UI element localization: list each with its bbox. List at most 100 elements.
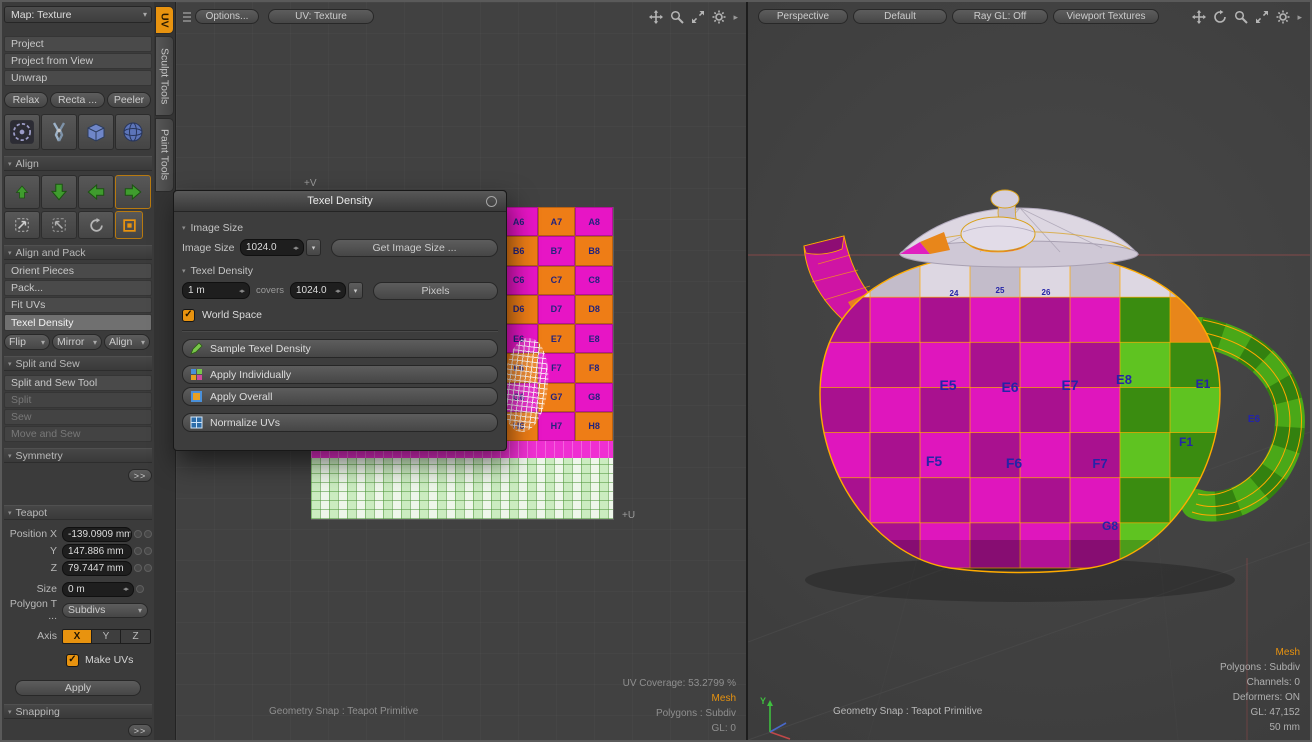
teapot-uv-label: F5	[926, 453, 943, 469]
relax-button[interactable]: Relax	[4, 92, 48, 108]
position-y-label: Y	[4, 545, 62, 557]
normalize-uvs-button[interactable]: Normalize UVs	[182, 413, 498, 432]
project-button[interactable]: Project	[4, 36, 152, 52]
texel-density-button[interactable]: Texel Density	[4, 314, 152, 331]
teapot-section-header[interactable]: ▾ Teapot	[4, 505, 152, 520]
split-button[interactable]: Split	[4, 392, 152, 408]
sew-button[interactable]: Sew	[4, 409, 152, 425]
options-button[interactable]: Options...	[195, 9, 259, 24]
position-x-field[interactable]: -139.0909 mm	[62, 527, 132, 542]
polygon-type-dropdown[interactable]: Subdivs▾	[62, 603, 148, 618]
3d-channels-status: Channels: 0	[1247, 675, 1300, 690]
orient-pieces-button[interactable]: Orient Pieces	[4, 263, 152, 279]
channel-dot-icon[interactable]	[144, 564, 152, 572]
align-left-button[interactable]	[78, 175, 114, 209]
3d-viewport[interactable]: Perspective Default Ray GL: Off Viewport…	[748, 2, 1310, 740]
sample-texel-density-button[interactable]: Sample Texel Density	[182, 339, 498, 358]
axis-z-button[interactable]: Z	[121, 630, 150, 643]
rotate-island-button[interactable]	[78, 211, 114, 239]
axis-y-button[interactable]: Y	[92, 630, 121, 643]
maximize-icon[interactable]	[691, 10, 705, 24]
uv-checker-cell: F8	[575, 353, 613, 382]
uv-projection-tool-button[interactable]	[4, 114, 40, 150]
pin-icon[interactable]	[486, 196, 497, 207]
flip-dropdown[interactable]: Flip▾	[4, 334, 50, 350]
mirror-dropdown[interactable]: Mirror▾	[52, 334, 102, 350]
axis-x-button[interactable]: X	[63, 630, 92, 643]
pixels-count-dropdown[interactable]: ▾	[348, 282, 363, 299]
channel-dot-icon[interactable]	[134, 564, 142, 572]
uv-texture-mode-button[interactable]: UV: Texture	[268, 9, 374, 24]
align-section-header[interactable]: ▾ Align	[4, 156, 152, 171]
symmetry-section-header[interactable]: ▾ Symmetry	[4, 448, 152, 463]
zoom-icon[interactable]	[670, 10, 684, 24]
split-sew-tool-button[interactable]: Split and Sew Tool	[4, 375, 152, 391]
split-sew-section-header[interactable]: ▾ Split and Sew	[4, 356, 152, 371]
image-size-section-header[interactable]: ▾ Image Size	[182, 220, 498, 235]
move-and-sew-button[interactable]: Move and Sew	[4, 426, 152, 442]
image-size-dropdown[interactable]: ▾	[306, 239, 321, 256]
snapping-section-header[interactable]: ▾ Snapping	[4, 704, 152, 719]
rotate-cw-button[interactable]	[41, 211, 77, 239]
gear-icon[interactable]	[712, 10, 726, 24]
dialog-title-bar[interactable]: Texel Density	[174, 191, 506, 212]
distance-field[interactable]: 1 m ◂▸	[182, 282, 250, 299]
fit-uvs-button[interactable]: Fit UVs	[4, 297, 152, 313]
align-down-button[interactable]	[41, 175, 77, 209]
more-icon[interactable]: ▸	[733, 12, 738, 23]
cube-projection-button[interactable]	[78, 114, 114, 150]
teapot-uv-label: F7	[1092, 456, 1107, 471]
relax-tool-button[interactable]	[41, 114, 77, 150]
map-selector[interactable]: Map: Texture ▾	[4, 6, 152, 23]
pack-button[interactable]: Pack...	[4, 280, 152, 296]
channel-dot-icon[interactable]	[144, 547, 152, 555]
position-y-field[interactable]: 147.886 mm	[62, 544, 132, 559]
viewport-menu-icon[interactable]	[181, 10, 193, 24]
size-field[interactable]: 0 m◂▸	[62, 582, 134, 597]
make-uvs-label: Make UVs	[85, 654, 133, 666]
apply-button[interactable]: Apply	[15, 680, 141, 696]
world-space-checkbox[interactable]: ✓	[182, 309, 195, 322]
symmetry-expand-button[interactable]: >>	[128, 469, 152, 482]
get-image-size-button[interactable]: Get Image Size ...	[331, 239, 498, 257]
cube-icon	[84, 120, 108, 144]
uv-axis-u1	[613, 207, 614, 519]
sphere-icon	[121, 120, 145, 144]
rotate-ccw-button[interactable]	[4, 211, 40, 239]
peeler-button[interactable]: Peeler	[107, 92, 151, 108]
channel-dot-icon[interactable]	[144, 530, 152, 538]
tab-paint-tools[interactable]: Paint Tools	[155, 118, 174, 192]
unwrap-button[interactable]: Unwrap	[4, 70, 152, 86]
align-up-button[interactable]	[4, 175, 40, 209]
align-right-button[interactable]	[115, 175, 151, 209]
pixels-count-field[interactable]: 1024.0 ◂▸	[290, 282, 346, 299]
apply-overall-button[interactable]: Apply Overall	[182, 387, 498, 406]
image-size-field[interactable]: 1024.0 ◂▸	[240, 239, 304, 256]
apply-individually-button[interactable]: Apply Individually	[182, 365, 498, 384]
pan-icon[interactable]	[649, 10, 663, 24]
stepper-icon: ◂▸	[335, 287, 340, 295]
channel-dot-icon[interactable]	[134, 547, 142, 555]
uv-polygons-status: Polygons : Subdiv	[656, 706, 736, 721]
texel-density-section-header[interactable]: ▾ Texel Density	[182, 263, 498, 278]
units-dropdown[interactable]: Pixels	[373, 282, 498, 300]
position-z-field[interactable]: 79.7447 mm	[62, 561, 132, 576]
channel-dot-icon[interactable]	[136, 585, 144, 593]
tab-uv[interactable]: UV	[155, 6, 174, 34]
tab-sculpt-tools[interactable]: Sculpt Tools	[155, 36, 174, 116]
project-from-view-button[interactable]: Project from View	[4, 53, 152, 69]
apply-overall-icon	[190, 390, 203, 403]
make-uvs-checkbox[interactable]: ✓	[66, 654, 79, 667]
collapse-triangle-icon: ▾	[8, 360, 12, 368]
snapping-expand-button[interactable]: >>	[128, 724, 152, 737]
rectangle-align-button[interactable]	[115, 211, 143, 239]
uv-tools-panel: Map: Texture ▾ Project Project from View…	[2, 2, 154, 740]
teapot-uv-label: E5	[939, 377, 956, 393]
align-dropdown[interactable]: Align▾	[104, 334, 150, 350]
channel-dot-icon[interactable]	[134, 530, 142, 538]
sphere-projection-button[interactable]	[115, 114, 151, 150]
collapse-triangle-icon: ▾	[182, 267, 186, 275]
3d-gl-status: GL: 47,152	[1251, 705, 1300, 720]
rectangle-button[interactable]: Recta ...	[50, 92, 105, 108]
align-pack-section-header[interactable]: ▾ Align and Pack	[4, 245, 152, 260]
